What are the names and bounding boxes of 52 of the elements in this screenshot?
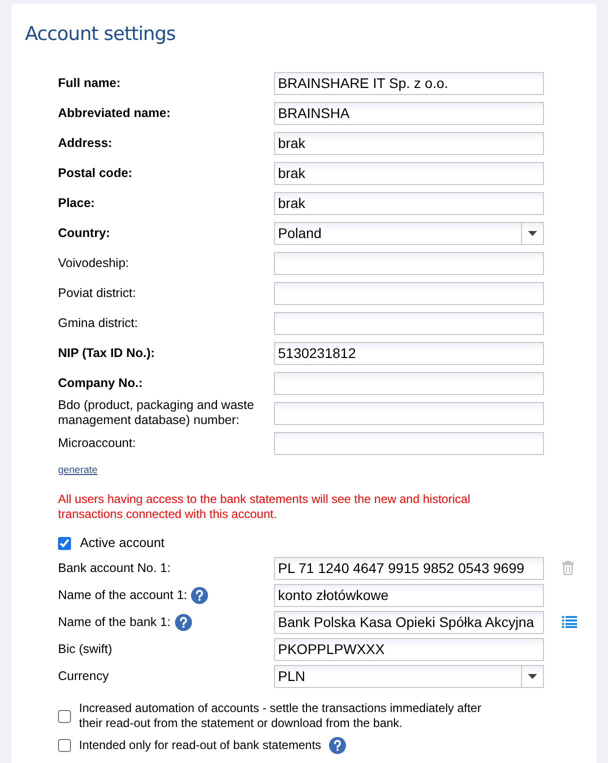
field-label: Bdo (product, packaging and waste management database) number: [58,398,255,428]
input-field[interactable] [274,432,544,454]
field-label: Address: [58,136,114,150]
field-label: Country: [58,226,112,240]
input-field[interactable]: konto złotówkowe [274,584,544,606]
field-label: NIP (Tax ID No.): [58,346,156,360]
input-field[interactable]: Bank Polska Kasa Opieki Spółka Akcyjna [274,610,544,634]
select-field[interactable]: PLN [274,664,544,688]
trash-icon[interactable] [562,561,574,575]
input-field[interactable] [274,252,544,274]
select-field[interactable]: Poland [274,222,544,244]
input-field[interactable]: PL 71 1240 4647 9915 9852 0543 9699 [274,556,544,580]
field-label: Abbreviated name: [58,106,172,120]
field-label: Name of the account 1: [58,588,188,602]
checkbox-label: Intended only for read-out of bank statements [79,738,322,753]
help-icon[interactable] [174,614,192,630]
input-field[interactable] [274,402,544,424]
input-field[interactable]: BRAINSHARE IT Sp. z o.o. [274,72,544,94]
field-label: Bic (swift) [58,642,112,656]
input-field[interactable]: BRAINSHA [274,102,544,124]
page-title: Account settings [25,22,176,46]
field-label: Postal code: [58,166,134,180]
field-label: Place: [58,196,96,210]
generate-link[interactable]: generate [58,463,98,478]
input-field[interactable] [274,372,544,394]
field-label: Name of the bank 1: [58,614,171,630]
list-icon[interactable] [562,616,577,628]
field-label: Voivodeship: [58,256,130,270]
field-label: Microaccount: [58,436,137,450]
input-field[interactable]: brak [274,192,544,214]
input-field[interactable]: PKOPPLPWXXX [274,638,544,660]
field-label: Bank account No. 1: [58,560,171,576]
checkbox-label: Increased automation of accounts - settle the transactions immediately after their read-out from the statement or download from the bank. [79,701,482,731]
input-field[interactable]: 5130231812 [274,342,544,364]
help-icon[interactable] [329,737,346,754]
checkbox-label: Active account [80,534,165,552]
input-field[interactable]: brak [274,132,544,154]
warning-text: All users having access to the bank statements will see the new and historical transactions connected with this account. [58,492,472,522]
input-field[interactable] [274,282,544,304]
caret-icon [528,230,537,236]
field-label: Full name: [58,76,122,90]
field-label: Company No.: [58,376,144,390]
input-field[interactable]: brak [274,162,544,184]
help-icon[interactable] [191,586,208,604]
checkbox[interactable] [58,710,71,722]
field-label: Poviat district: [58,286,137,300]
caret-icon [528,674,537,678]
checkbox[interactable] [58,739,71,752]
field-label: Currency [58,668,109,684]
input-field[interactable] [274,312,544,334]
field-label: Gmina district: [58,316,139,330]
checkbox[interactable] [58,536,71,550]
